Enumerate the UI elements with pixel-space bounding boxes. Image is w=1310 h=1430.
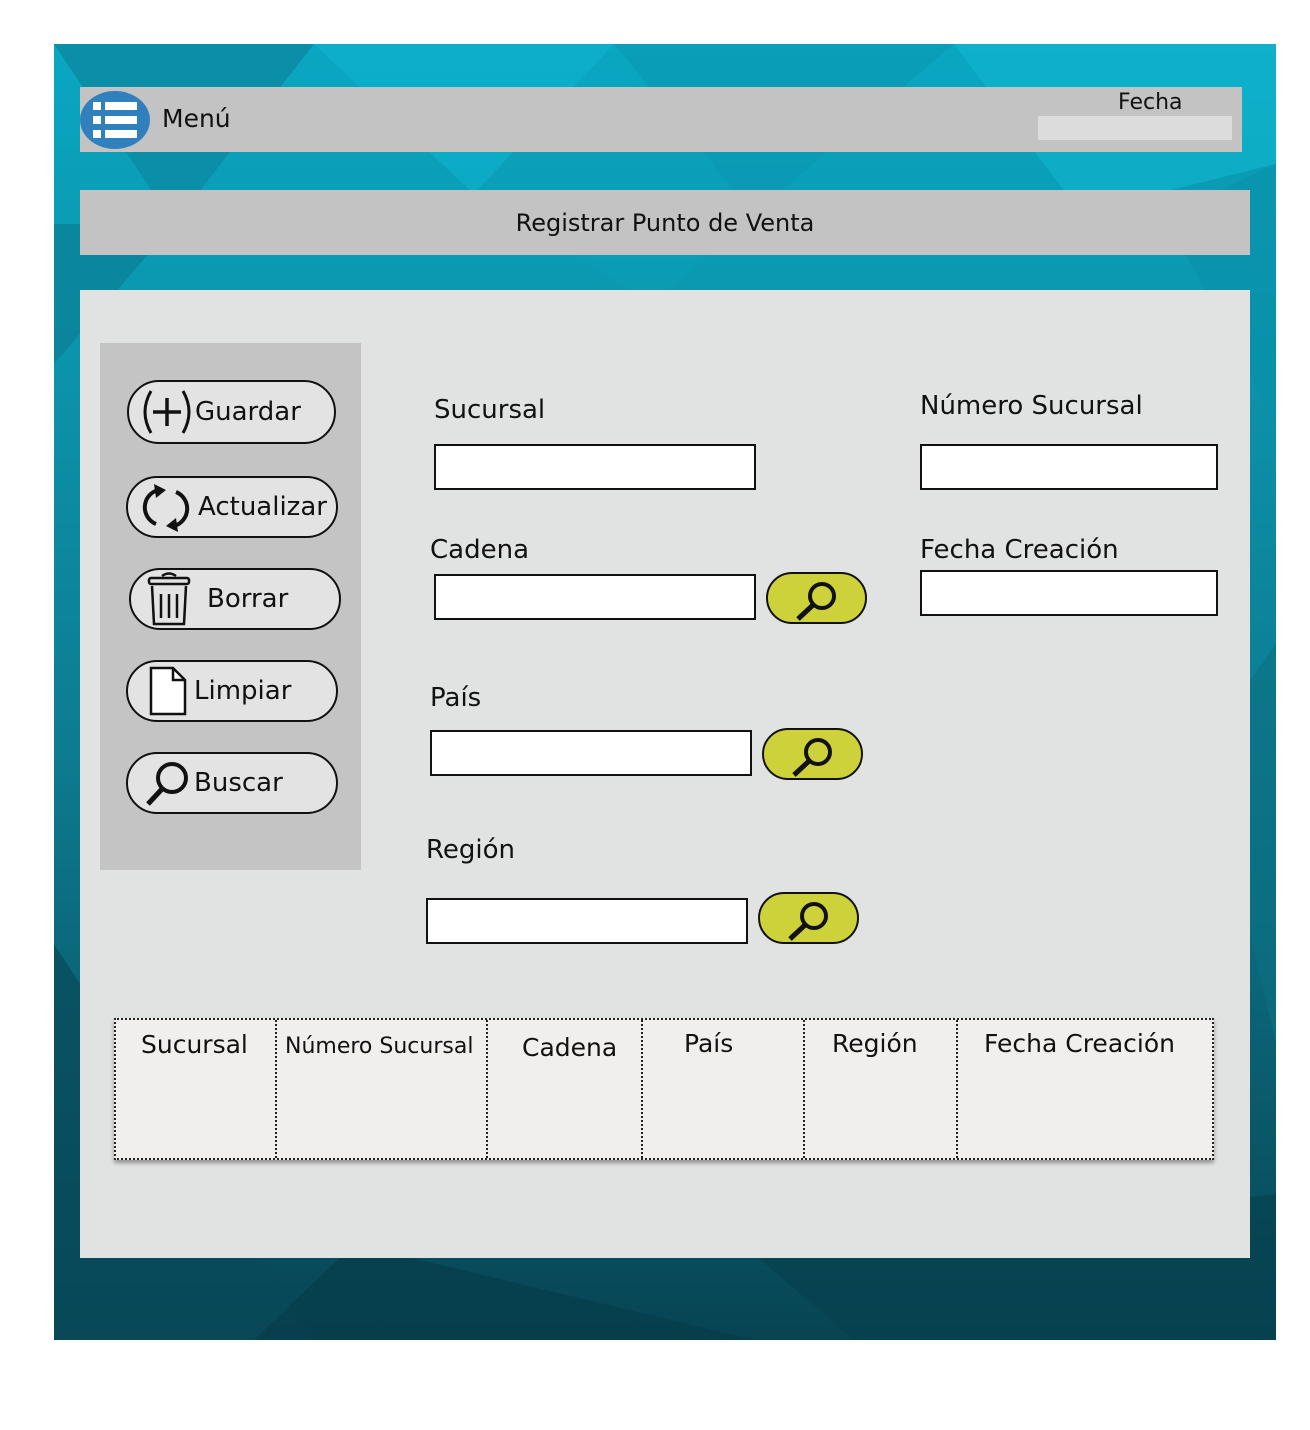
menu-button[interactable] [80, 91, 150, 149]
borrar-label: Borrar [207, 584, 289, 614]
title-bar: Registrar Punto de Venta [80, 190, 1250, 255]
column-divider [803, 1020, 805, 1158]
buscar-label: Buscar [194, 768, 283, 798]
pais-label: País [430, 683, 482, 713]
column-divider [641, 1020, 643, 1158]
region-field[interactable] [426, 898, 748, 944]
column-divider [275, 1020, 277, 1158]
sucursal-field[interactable] [434, 444, 756, 490]
action-toolbar: Guardar Actualizar Borrar Limpiar Buscar [100, 343, 361, 870]
column-header-pais[interactable]: País [684, 1029, 733, 1058]
page-title: Registrar Punto de Venta [515, 209, 815, 237]
fecha-creacion-label: Fecha Creación [920, 535, 1119, 565]
magnifier-icon [792, 738, 832, 777]
numero-sucursal-field[interactable] [920, 444, 1218, 490]
list-icon [93, 102, 137, 138]
results-table: Sucursal Número Sucursal Cadena País Reg… [114, 1018, 1214, 1160]
blank-document-icon [149, 666, 187, 716]
magnifier-icon [788, 902, 828, 941]
cadena-field[interactable] [434, 574, 756, 620]
region-label: Región [426, 835, 516, 865]
sucursal-label: Sucursal [434, 395, 546, 425]
column-divider [486, 1020, 488, 1158]
pais-field[interactable] [430, 730, 752, 776]
actualizar-button[interactable]: Actualizar [126, 476, 338, 538]
limpiar-label: Limpiar [194, 676, 292, 706]
trash-icon [147, 572, 191, 626]
date-label: Fecha [1118, 90, 1183, 115]
column-divider [956, 1020, 958, 1158]
column-header-cadena[interactable]: Cadena [522, 1033, 617, 1062]
date-field [1038, 116, 1232, 140]
magnifier-icon [796, 582, 836, 621]
plus-circle-icon [143, 390, 191, 434]
buscar-button[interactable]: Buscar [126, 752, 338, 814]
cadena-label: Cadena [430, 535, 529, 565]
numero-sucursal-label: Número Sucursal [920, 391, 1143, 421]
column-header-fecha-creacion[interactable]: Fecha Creación [984, 1029, 1175, 1058]
region-search-button[interactable] [758, 892, 859, 944]
pais-search-button[interactable] [762, 728, 863, 780]
guardar-button[interactable]: Guardar [127, 380, 336, 444]
top-bar: Menú Fecha [80, 87, 1242, 152]
column-header-numero-sucursal[interactable]: Número Sucursal [285, 1034, 473, 1059]
actualizar-label: Actualizar [198, 492, 327, 522]
cadena-search-button[interactable] [766, 572, 867, 624]
refresh-icon [142, 484, 190, 532]
column-header-sucursal[interactable]: Sucursal [141, 1030, 248, 1059]
limpiar-button[interactable]: Limpiar [126, 660, 338, 722]
column-header-region[interactable]: Región [832, 1029, 918, 1058]
guardar-label: Guardar [195, 397, 301, 427]
magnifier-icon [146, 762, 188, 806]
borrar-button[interactable]: Borrar [129, 568, 341, 630]
fecha-creacion-field[interactable] [920, 570, 1218, 616]
menu-label[interactable]: Menú [162, 104, 231, 133]
